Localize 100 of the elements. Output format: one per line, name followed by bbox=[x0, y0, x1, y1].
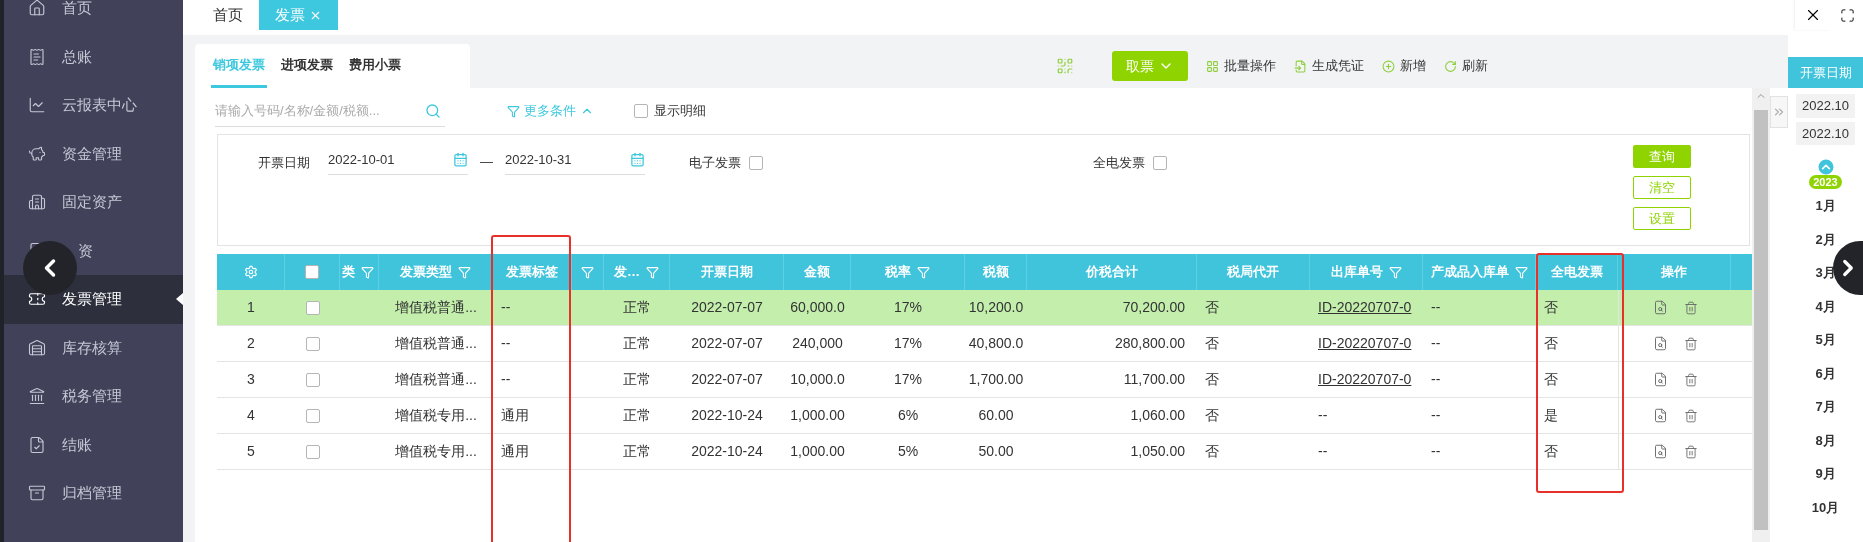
sidebar-item[interactable]: 总账 bbox=[4, 32, 183, 81]
month-item[interactable]: 4月 bbox=[1815, 289, 1836, 323]
table-cell-text: 1,700.00 bbox=[968, 370, 1024, 389]
sidebar-item[interactable]: 云报表中心 bbox=[4, 81, 183, 130]
delete-icon[interactable] bbox=[1683, 444, 1698, 459]
view-icon[interactable] bbox=[1652, 408, 1668, 423]
table-cell-text: 否 bbox=[1544, 298, 1558, 317]
filter-icon[interactable] bbox=[917, 265, 930, 279]
chevron-up-icon[interactable] bbox=[1815, 157, 1836, 177]
delete-icon[interactable] bbox=[1683, 408, 1698, 423]
table-cell-text: 增值税专用... bbox=[395, 406, 477, 425]
sidebar-item[interactable]: 首页 bbox=[4, 0, 183, 33]
table-cell-text: -- bbox=[501, 370, 511, 389]
row-checkbox[interactable] bbox=[305, 444, 320, 459]
search-field[interactable]: 请输入号码/名称/金额/税额... bbox=[215, 95, 445, 127]
table-row[interactable]: 4 增值税专用... 通用 正常 2022-10-24 1,000.00 6% 60.00 1,060.00 否 -- -- 是 bbox=[217, 398, 1752, 434]
table-cell-text: 正常 bbox=[623, 370, 651, 389]
warehouse-icon bbox=[28, 338, 46, 357]
filter-icon[interactable] bbox=[1514, 265, 1528, 279]
filter-icon[interactable] bbox=[458, 265, 471, 279]
chart-icon bbox=[28, 96, 46, 115]
settings-icon[interactable] bbox=[243, 265, 258, 279]
month-item[interactable]: 5月 bbox=[1815, 323, 1836, 357]
qr-code-icon[interactable] bbox=[1056, 57, 1074, 75]
view-icon[interactable] bbox=[1652, 300, 1668, 315]
table-link[interactable]: ID-20220707-0 bbox=[1318, 297, 1412, 318]
month-item[interactable]: 7月 bbox=[1815, 390, 1836, 424]
toolbar-action[interactable]: 刷新 bbox=[1444, 56, 1488, 76]
checkbox-label: 全电发票 bbox=[1093, 154, 1145, 172]
filter-icon[interactable] bbox=[646, 265, 659, 279]
filter-icon[interactable] bbox=[1388, 265, 1402, 279]
month-item[interactable]: 2月 bbox=[1815, 222, 1836, 256]
delete-icon[interactable] bbox=[1683, 372, 1698, 387]
row-number: 2 bbox=[247, 334, 255, 353]
delete-icon[interactable] bbox=[1683, 336, 1698, 351]
sidebar-label: 首页 bbox=[62, 0, 92, 18]
sidebar-item[interactable]: 归档管理 bbox=[4, 469, 183, 518]
table-cell-text: 1,060.00 bbox=[1130, 406, 1185, 425]
period-item[interactable]: 2022.10 bbox=[1796, 121, 1855, 145]
table-cell-text: 通用 bbox=[501, 406, 529, 425]
checkbox[interactable] bbox=[634, 104, 648, 118]
table-cell-text: -- bbox=[501, 298, 511, 317]
checkbox-label: 显示明细 bbox=[654, 102, 706, 121]
scrollbar[interactable] bbox=[1752, 88, 1770, 542]
fullscreen-icon[interactable] bbox=[1839, 7, 1855, 23]
table-link[interactable]: ID-20220707-0 bbox=[1318, 369, 1412, 390]
sidebar-item[interactable]: 资金管理 bbox=[4, 129, 183, 178]
month-item[interactable]: 6月 bbox=[1815, 356, 1836, 390]
table-cell-text: 通用 bbox=[501, 442, 529, 461]
row-checkbox[interactable] bbox=[305, 408, 320, 423]
row-checkbox[interactable] bbox=[305, 300, 320, 315]
table-cell-text: 10,200.0 bbox=[968, 298, 1024, 317]
toolbar-action[interactable]: 批量操作 bbox=[1206, 56, 1276, 76]
table-cell-text: 正常 bbox=[623, 442, 651, 461]
sidebar-item[interactable]: 固定资产 bbox=[4, 178, 183, 227]
sidebar-item[interactable]: 库存核算 bbox=[4, 323, 183, 372]
select-all-checkbox[interactable] bbox=[305, 265, 319, 279]
view-icon[interactable] bbox=[1652, 336, 1668, 351]
delete-icon[interactable] bbox=[1683, 300, 1698, 315]
row-checkbox[interactable] bbox=[305, 336, 320, 351]
receipt-icon bbox=[28, 47, 46, 66]
row-number: 1 bbox=[247, 298, 255, 317]
toolbar-action[interactable]: 新增 bbox=[1382, 56, 1426, 76]
table-cell-text: 否 bbox=[1544, 334, 1558, 353]
sidebar-label: 固定资产 bbox=[62, 192, 122, 212]
invoice-tab[interactable]: 费用小票 bbox=[347, 44, 403, 88]
period-item[interactable]: 2022.10 bbox=[1796, 94, 1855, 118]
table-cell-text: 否 bbox=[1205, 406, 1219, 425]
checkbox[interactable] bbox=[749, 155, 763, 170]
table-cell-text: 6% bbox=[897, 406, 919, 425]
table-row[interactable]: 3 增值税普通... -- 正常 2022-07-07 10,000.0 17% 1,700.00 11,700.00 否 ID-20220707-0 -- 否 bbox=[217, 362, 1752, 398]
start-date-field[interactable]: 2022-10-01 bbox=[328, 145, 468, 175]
filter-icon[interactable] bbox=[581, 265, 594, 279]
checkbox[interactable] bbox=[1153, 155, 1167, 170]
table-cell-text: 1,000.00 bbox=[790, 406, 845, 425]
toolbar-action[interactable]: 生成凭证 bbox=[1294, 56, 1364, 76]
table-row[interactable]: 5 增值税专用... 通用 正常 2022-10-24 1,000.00 5% 50.00 1,050.00 否 -- -- 否 bbox=[217, 434, 1752, 470]
view-icon[interactable] bbox=[1652, 372, 1668, 387]
expand-tab[interactable] bbox=[1770, 96, 1788, 128]
table-cell-text: -- bbox=[1431, 406, 1441, 425]
month-item[interactable]: 9月 bbox=[1815, 457, 1836, 491]
sidebar-label: 总账 bbox=[62, 46, 92, 67]
table-row[interactable]: 2 增值税普通... -- 正常 2022-07-07 240,000 17% 40,800.0 280,800.00 否 ID-20220707-0 -- 否 bbox=[217, 326, 1752, 362]
filter-icon[interactable] bbox=[361, 265, 374, 279]
month-item[interactable]: 8月 bbox=[1815, 423, 1836, 457]
view-icon[interactable] bbox=[1652, 444, 1668, 459]
table-cell-text: 17% bbox=[894, 334, 922, 353]
sidebar-item[interactable]: 税务管理 bbox=[4, 372, 183, 421]
month-item[interactable]: 10月 bbox=[1811, 490, 1840, 524]
end-date-field[interactable]: 2022-10-31 bbox=[505, 145, 645, 175]
table-row[interactable]: 1 增值税普通... -- 正常 2022-07-07 60,000.0 17% 10,200.0 70,200.00 否 ID-20220707-0 -- 否 bbox=[217, 290, 1752, 326]
sidebar-item[interactable]: 结账 bbox=[4, 420, 183, 469]
search-icon[interactable] bbox=[425, 103, 441, 119]
row-checkbox[interactable] bbox=[305, 372, 320, 387]
table-link[interactable]: ID-20220707-0 bbox=[1318, 333, 1412, 354]
month-item[interactable]: 1月 bbox=[1815, 189, 1836, 223]
month-item[interactable]: 3月 bbox=[1815, 256, 1836, 290]
page-tab[interactable]: 首页 bbox=[197, 0, 259, 30]
sidebar-label: 归档管理 bbox=[62, 483, 122, 503]
invoice-tab[interactable]: 进项发票 bbox=[279, 44, 335, 88]
